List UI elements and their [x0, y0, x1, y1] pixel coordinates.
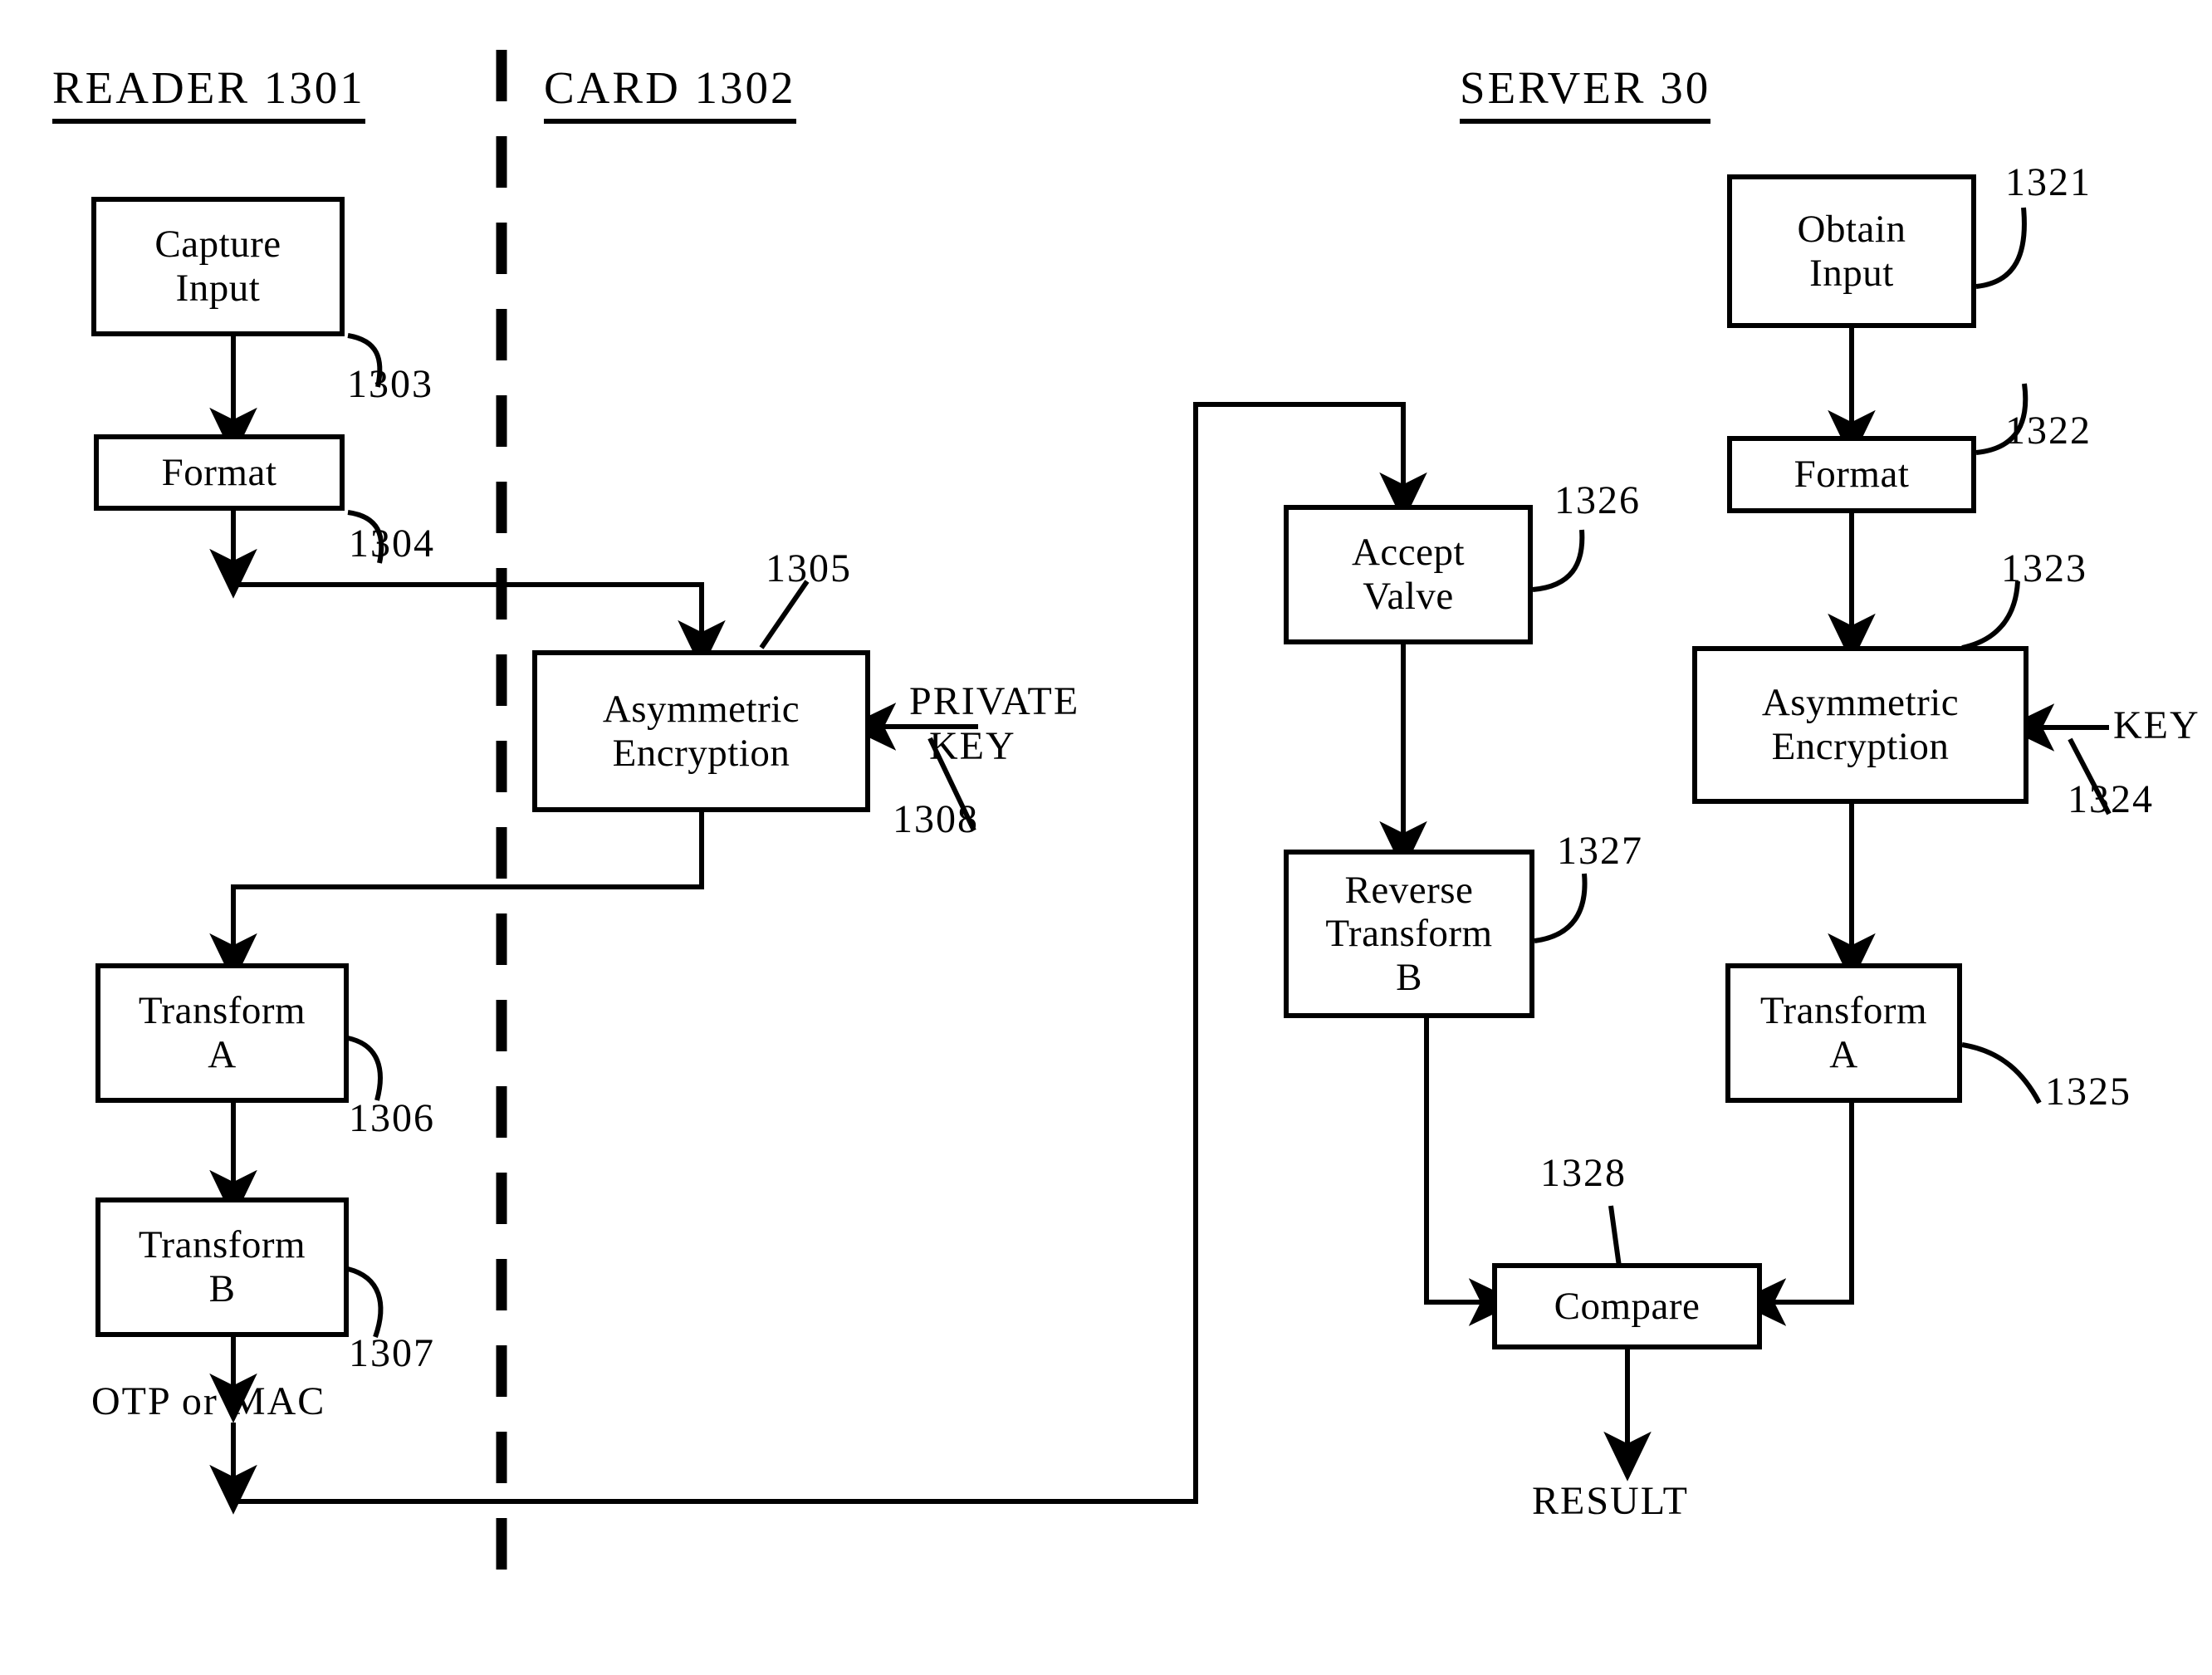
column-header-reader: READER 1301 — [52, 65, 365, 124]
box-obtain-input-line-1: Obtain — [1797, 207, 1906, 251]
box-transform-a-server-line-1: Transform — [1759, 989, 1928, 1033]
box-asymmetric-encryption-card[interactable]: Asymmetric Encryption — [532, 650, 870, 812]
box-accept-valve-line-1: Accept — [1351, 531, 1466, 575]
label-private-key-line-2: KEY — [929, 723, 1016, 768]
reference-numeral-1303: 1303 — [347, 362, 433, 406]
label-key-line-1: KEY — [2113, 703, 2200, 747]
leader-1328 — [1608, 1205, 1622, 1267]
box-obtain-input[interactable]: Obtain Input — [1727, 174, 1976, 328]
box-compare[interactable]: Compare — [1492, 1263, 1762, 1349]
reference-numeral-1328: 1328 — [1540, 1151, 1627, 1195]
box-format-reader[interactable]: Format — [94, 434, 345, 511]
leader-1307 — [347, 1266, 384, 1338]
box-accept-valve[interactable]: Accept Valve — [1284, 505, 1533, 644]
box-capture-input[interactable]: Capture Input — [91, 197, 345, 336]
box-transform-a-server-line-2: A — [1829, 1033, 1858, 1076]
box-obtain-input-line-2: Input — [1809, 251, 1894, 295]
box-capture-input-line-1: Capture — [154, 223, 281, 267]
box-reverse-transform-b[interactable]: Reverse Transform B — [1284, 850, 1534, 1018]
box-asym-card-line-1: Asymmetric — [602, 687, 800, 731]
box-format-server-line-1: Format — [1794, 453, 1910, 497]
box-format-server[interactable]: Format — [1727, 436, 1976, 513]
leader-1305 — [759, 580, 810, 649]
box-reverse-transform-b-line-3: B — [1396, 955, 1422, 999]
label-key: KEY — [2113, 703, 2200, 748]
reference-numeral-1321: 1321 — [2005, 160, 2092, 204]
edge-revtransb-to-compare — [1424, 1017, 1519, 1326]
label-private-key: PRIVATE KEY — [909, 679, 1079, 769]
label-otp-or-mac: OTP or MAC — [91, 1379, 326, 1424]
label-result-line-1: RESULT — [1532, 1479, 1689, 1523]
box-accept-valve-line-2: Valve — [1363, 575, 1454, 618]
edge-asym-to-transforma — [209, 812, 704, 983]
reference-numeral-1308: 1308 — [893, 797, 979, 841]
leader-1327 — [1534, 873, 1588, 943]
column-header-server: SERVER 30 — [1460, 65, 1711, 124]
box-transform-a-reader[interactable]: Transform A — [95, 963, 349, 1103]
label-private-key-line-1: PRIVATE — [909, 679, 1080, 723]
box-asym-server-line-2: Encryption — [1771, 725, 1950, 768]
leader-1325 — [1961, 1042, 2042, 1104]
box-asymmetric-encryption-server[interactable]: Asymmetric Encryption — [1692, 646, 2028, 804]
leader-1321 — [1975, 207, 2027, 289]
column-header-card: CARD 1302 — [544, 65, 796, 124]
reference-numeral-1325: 1325 — [2045, 1070, 2131, 1114]
box-transform-b-reader-line-1: Transform — [138, 1223, 306, 1267]
edge-format-to-asym — [233, 582, 726, 670]
edge-transformaserver-to-compare — [1736, 1102, 1854, 1326]
box-format-reader-line-1: Format — [161, 450, 277, 494]
box-transform-a-server[interactable]: Transform A — [1725, 963, 1962, 1103]
reference-numeral-1306: 1306 — [349, 1096, 435, 1140]
reference-numeral-1307: 1307 — [349, 1331, 435, 1375]
box-transform-a-reader-line-2: A — [208, 1033, 237, 1076]
leader-1306 — [347, 1036, 383, 1101]
box-asym-server-line-1: Asymmetric — [1761, 681, 1960, 725]
box-transform-b-reader-line-2: B — [208, 1267, 236, 1310]
box-transform-b-reader[interactable]: Transform B — [95, 1197, 349, 1337]
leader-1326 — [1532, 529, 1585, 592]
box-capture-input-line-2: Input — [175, 267, 261, 310]
box-asym-card-line-2: Encryption — [612, 731, 790, 775]
label-otp-or-mac-line-1: OTP or MAC — [91, 1379, 326, 1423]
reference-numeral-1322: 1322 — [2005, 409, 2092, 453]
label-result: RESULT — [1532, 1479, 1689, 1524]
patent-figure-canvas: READER 1301 CARD 1302 SERVER 30 Capture … — [0, 0, 2212, 1675]
reference-numeral-1305: 1305 — [766, 546, 852, 590]
box-reverse-transform-b-line-1: Reverse — [1344, 868, 1474, 912]
box-transform-a-reader-line-1: Transform — [138, 989, 306, 1033]
reference-numeral-1326: 1326 — [1554, 478, 1641, 522]
box-reverse-transform-b-line-2: Transform — [1325, 912, 1493, 956]
leader-1323 — [1961, 580, 2020, 650]
box-compare-line-1: Compare — [1554, 1284, 1701, 1328]
reference-numeral-1304: 1304 — [349, 522, 435, 566]
reference-numeral-1323: 1323 — [2001, 546, 2087, 590]
reference-numeral-1324: 1324 — [2068, 777, 2154, 821]
reference-numeral-1327: 1327 — [1557, 829, 1643, 873]
